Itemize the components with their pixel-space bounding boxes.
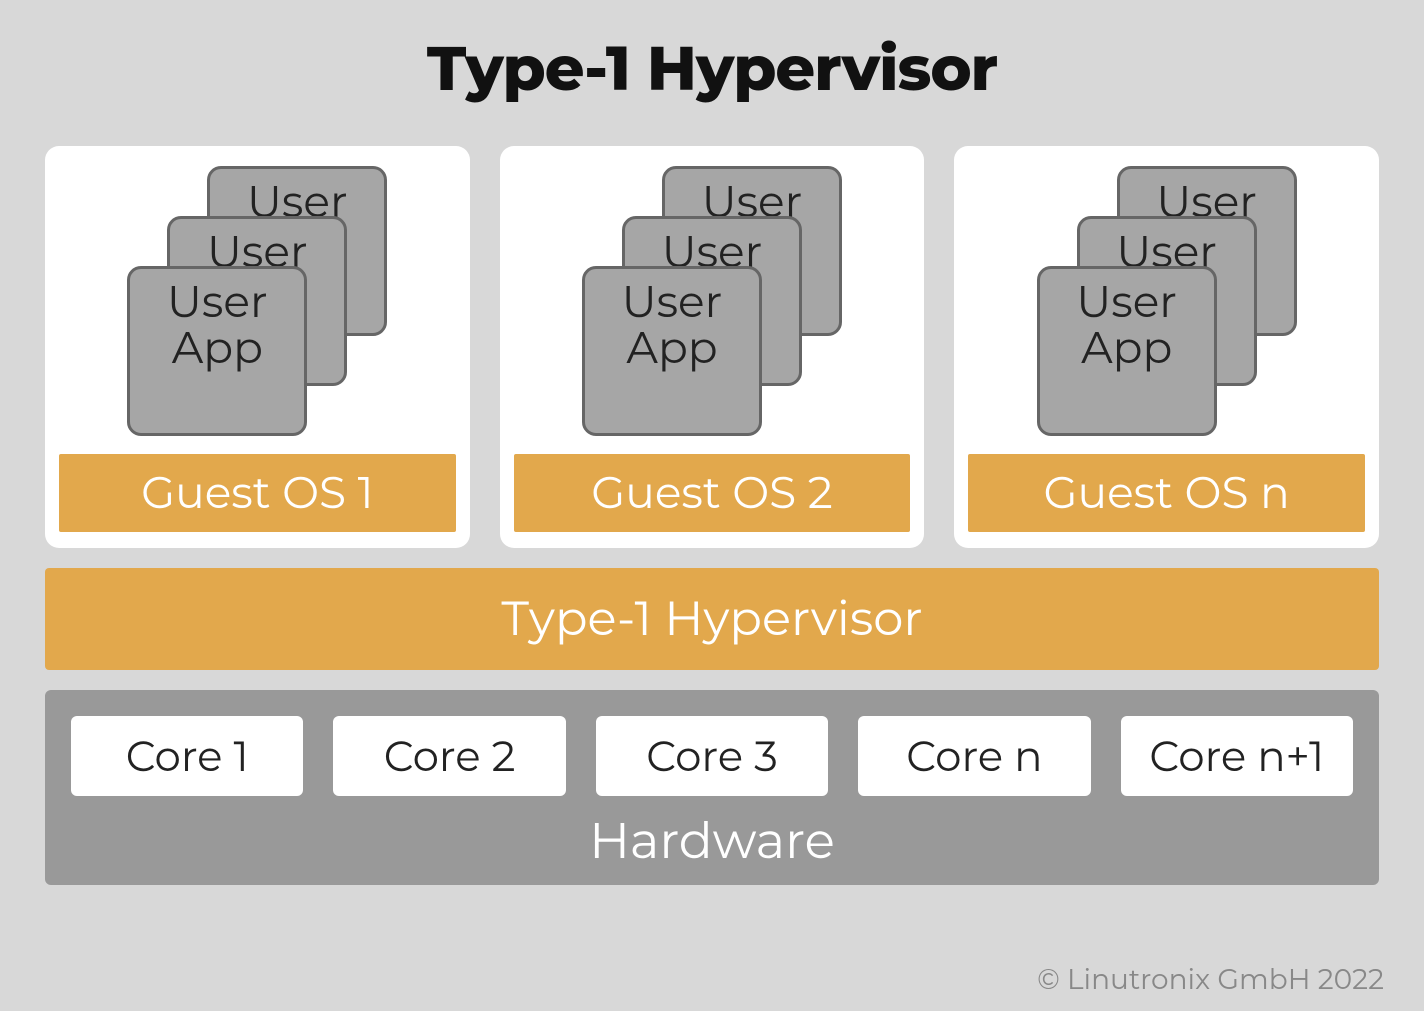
app-stack: User User User App <box>127 166 387 436</box>
core-box: Core 2 <box>333 716 565 796</box>
user-app-card-front: User App <box>127 266 307 436</box>
vm-box-2: User User User App Guest OS 2 <box>500 146 925 548</box>
app-label-line2: App <box>626 325 717 371</box>
user-app-card-front: User App <box>582 266 762 436</box>
app-label-line2: App <box>1081 325 1172 371</box>
app-label-line1: User <box>1076 279 1177 325</box>
core-box: Core n <box>858 716 1090 796</box>
guest-os-label: Guest OS 1 <box>59 454 456 532</box>
core-box: Core 3 <box>596 716 828 796</box>
vm-row: User User User App Guest OS 1 User User … <box>45 146 1379 548</box>
vm-box-1: User User User App Guest OS 1 <box>45 146 470 548</box>
vm-box-n: User User User App Guest OS n <box>954 146 1379 548</box>
app-label-line1: User <box>167 279 268 325</box>
user-app-card-front: User App <box>1037 266 1217 436</box>
core-row: Core 1 Core 2 Core 3 Core n Core n+1 <box>71 716 1353 796</box>
hardware-label: Hardware <box>71 810 1353 871</box>
core-box: Core 1 <box>71 716 303 796</box>
copyright-label: © Linutronix GmbH 2022 <box>1037 963 1384 997</box>
hypervisor-layer: Type-1 Hypervisor <box>45 568 1379 670</box>
diagram-title: Type-1 Hypervisor <box>45 30 1379 106</box>
guest-os-label: Guest OS 2 <box>514 454 911 532</box>
app-label-line1: User <box>622 279 723 325</box>
guest-os-label: Guest OS n <box>968 454 1365 532</box>
app-stack: User User User App <box>582 166 842 436</box>
core-box: Core n+1 <box>1121 716 1353 796</box>
app-label-line2: App <box>172 325 263 371</box>
app-stack: User User User App <box>1037 166 1297 436</box>
hardware-layer: Core 1 Core 2 Core 3 Core n Core n+1 Har… <box>45 690 1379 885</box>
